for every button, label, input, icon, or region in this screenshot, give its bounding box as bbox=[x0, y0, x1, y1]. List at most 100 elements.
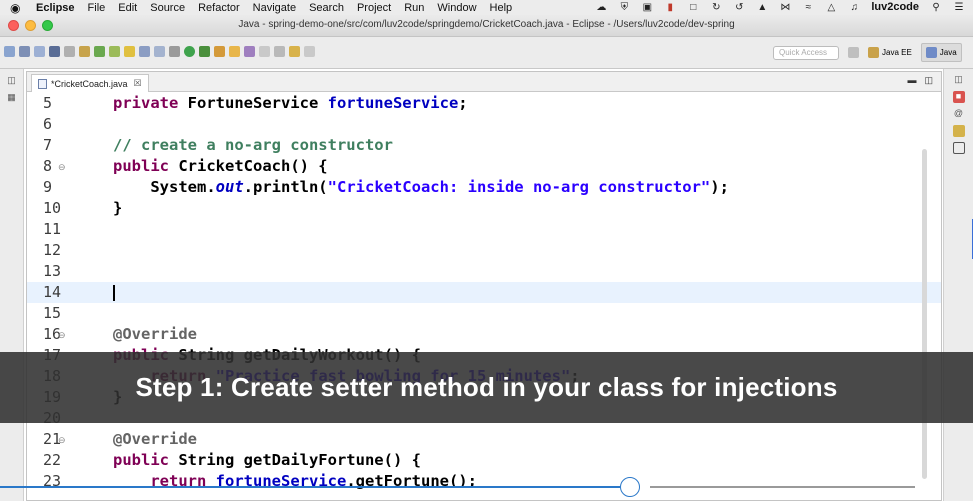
apple-icon[interactable]: ◉ bbox=[10, 2, 22, 14]
code-line: 15 bbox=[27, 303, 941, 324]
bluetooth-icon[interactable]: ⋈ bbox=[779, 2, 791, 13]
fold-toggle-icon[interactable]: ⊖ bbox=[58, 324, 66, 346]
lesson-caption: Step 1: Create setter method in your cla… bbox=[0, 352, 973, 423]
restore-icon[interactable]: ◫ bbox=[953, 74, 965, 86]
window-icon[interactable]: □ bbox=[687, 2, 699, 13]
next-annotation-icon[interactable] bbox=[274, 46, 285, 57]
debug-icon[interactable] bbox=[199, 46, 210, 57]
left-trim-bar: ◫ ▦ bbox=[0, 69, 24, 501]
console-icon[interactable] bbox=[49, 46, 60, 57]
open-type-icon[interactable] bbox=[214, 46, 225, 57]
app-name-menu[interactable]: Eclipse bbox=[36, 2, 75, 14]
caption-text: Step 1: Create setter method in your cla… bbox=[135, 372, 838, 402]
menu-edit[interactable]: Edit bbox=[118, 2, 137, 14]
line-number: 22 bbox=[43, 451, 62, 469]
scrubber-knob[interactable] bbox=[620, 477, 640, 497]
new-icon[interactable] bbox=[4, 46, 15, 57]
package-explorer-icon[interactable]: ▦ bbox=[6, 92, 18, 103]
code-line: 11 bbox=[27, 219, 941, 240]
javadoc-icon[interactable]: @ bbox=[953, 108, 965, 120]
perspective-java-ee[interactable]: Java EE bbox=[863, 43, 917, 62]
menu-search[interactable]: Search bbox=[309, 2, 344, 14]
line-number: 6 bbox=[43, 115, 53, 133]
line-text: // create a no-arg constructor bbox=[113, 136, 393, 154]
line-text: System.out.println("CricketCoach: inside… bbox=[113, 178, 729, 196]
console-view-icon[interactable] bbox=[952, 142, 965, 154]
menu-file[interactable]: File bbox=[88, 2, 106, 14]
menu-source[interactable]: Source bbox=[150, 2, 185, 14]
wand-icon[interactable] bbox=[244, 46, 255, 57]
menu-refactor[interactable]: Refactor bbox=[198, 2, 240, 14]
brush-icon[interactable] bbox=[124, 46, 135, 57]
window-titlebar: Java - spring-demo-one/src/com/luv2code/… bbox=[0, 15, 973, 37]
perspective-java[interactable]: Java bbox=[920, 43, 962, 62]
pen-icon[interactable] bbox=[109, 46, 120, 57]
flag-icon[interactable]: ▮ bbox=[664, 2, 676, 13]
history-icon[interactable]: ↺ bbox=[733, 2, 745, 13]
scrubber-remaining-track bbox=[650, 486, 915, 488]
spotlight-icon[interactable]: ⚲ bbox=[930, 2, 942, 13]
camera-icon[interactable]: ▣ bbox=[641, 2, 653, 13]
grid-icon[interactable] bbox=[79, 46, 90, 57]
shield-icon[interactable]: ⛨ bbox=[618, 2, 630, 13]
binoculars-icon[interactable]: ▲ bbox=[756, 2, 768, 13]
code-line: 6 bbox=[27, 114, 941, 135]
right-trim-bar: ◫ ■ @ bbox=[943, 69, 973, 501]
fold-toggle-icon[interactable]: ⊖ bbox=[58, 156, 66, 178]
volume-icon[interactable]: ♫ bbox=[848, 2, 860, 13]
close-tab-icon[interactable]: ☒ bbox=[134, 78, 142, 89]
line-number: 11 bbox=[43, 220, 62, 238]
declaration-icon[interactable] bbox=[952, 125, 965, 137]
open-perspective-icon[interactable] bbox=[848, 47, 859, 58]
folder-icon[interactable] bbox=[229, 46, 240, 57]
user-menu[interactable]: luv2code bbox=[871, 1, 919, 13]
restore-icon[interactable]: ◫ bbox=[6, 75, 18, 86]
editor-window-controls: ▬ ◫ bbox=[907, 75, 933, 86]
cloud-icon[interactable]: ☁ bbox=[595, 2, 607, 13]
code-line: 10 } bbox=[27, 198, 941, 219]
perspective-java-ee-label: Java EE bbox=[882, 48, 912, 57]
line-text: @Override bbox=[113, 325, 197, 343]
menu-navigate[interactable]: Navigate bbox=[253, 2, 296, 14]
window-title: Java - spring-demo-one/src/com/luv2code/… bbox=[238, 19, 735, 30]
table-icon[interactable] bbox=[154, 46, 165, 57]
annotation-icon[interactable] bbox=[259, 46, 270, 57]
menu-help[interactable]: Help bbox=[490, 2, 513, 14]
menu-project[interactable]: Project bbox=[357, 2, 391, 14]
save-icon[interactable] bbox=[19, 46, 30, 57]
git-icon[interactable] bbox=[94, 46, 105, 57]
line-text: @Override bbox=[113, 430, 197, 448]
sync-icon[interactable]: ↻ bbox=[710, 2, 722, 13]
fold-toggle-icon[interactable]: ⊖ bbox=[58, 429, 66, 451]
forward-icon[interactable] bbox=[304, 46, 315, 57]
scrubber-played-track bbox=[0, 486, 620, 488]
quick-access-input[interactable]: Quick Access bbox=[773, 46, 839, 60]
vertical-scrollbar[interactable] bbox=[922, 149, 927, 479]
airplay-icon[interactable]: △ bbox=[825, 2, 837, 13]
editor-tab-cricketcoach[interactable]: *CricketCoach.java ☒ bbox=[31, 74, 149, 92]
save-all-icon[interactable] bbox=[34, 46, 45, 57]
minimize-icon[interactable]: ▬ bbox=[907, 75, 916, 86]
toolbar-icons bbox=[4, 46, 315, 57]
code-line: 13 bbox=[27, 261, 941, 282]
perspective-switcher: Java EE Java bbox=[848, 43, 962, 62]
tools-icon[interactable] bbox=[64, 46, 75, 57]
maximize-icon[interactable]: ◫ bbox=[924, 75, 933, 86]
wifi-icon[interactable]: ≈ bbox=[802, 2, 814, 13]
notification-center-icon[interactable]: ☰ bbox=[953, 2, 965, 13]
menu-window[interactable]: Window bbox=[437, 2, 476, 14]
run-icon[interactable] bbox=[184, 46, 195, 57]
main-toolbar: Quick Access Java EE Java bbox=[0, 37, 973, 69]
settings-icon[interactable] bbox=[169, 46, 180, 57]
line-number: 10 bbox=[43, 199, 62, 217]
menu-run[interactable]: Run bbox=[404, 2, 424, 14]
video-scrubber[interactable] bbox=[0, 477, 973, 501]
outline-icon[interactable]: ■ bbox=[952, 91, 965, 103]
layout-icon[interactable] bbox=[139, 46, 150, 57]
code-line: 8 ⊖ public CricketCoach() { bbox=[27, 156, 941, 177]
line-number: 7 bbox=[43, 136, 53, 154]
back-icon[interactable] bbox=[289, 46, 300, 57]
code-line: 16 ⊖ @Override bbox=[27, 324, 941, 345]
code-area[interactable]: 5 private FortuneService fortuneService;… bbox=[27, 93, 941, 501]
java-editor: *CricketCoach.java ☒ ▬ ◫ 5 private Fortu… bbox=[26, 71, 942, 501]
